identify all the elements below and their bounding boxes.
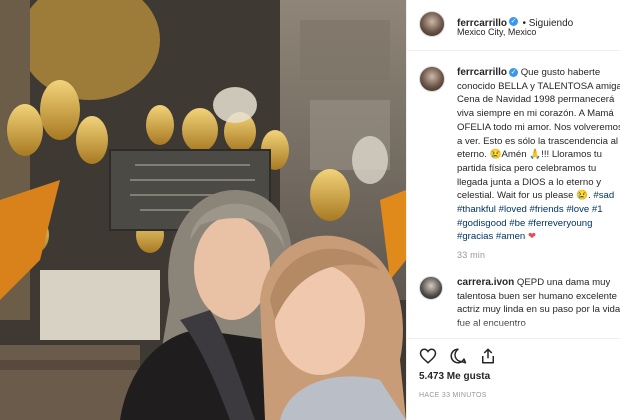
post-caption: ferrcarrillo ✓ Que gusto haberte conocido…	[457, 66, 620, 244]
caption-username[interactable]: ferrcarrillo	[457, 67, 507, 78]
post-photo[interactable]	[0, 0, 406, 420]
caption-text: Que gusto haberte conocido BELLA y TALEN…	[457, 67, 620, 202]
share-icon[interactable]	[479, 347, 497, 365]
location-link[interactable]: Mexico City, Mexico	[457, 27, 536, 37]
post-details-panel: ferrcarrillo ✓ • Siguiendo Mexico City, M…	[406, 0, 620, 420]
avatar[interactable]	[419, 11, 445, 37]
verified-badge-icon: ✓	[509, 17, 519, 27]
comment-avatar[interactable]	[419, 276, 443, 300]
photo-image	[0, 0, 406, 420]
caption-time: 33 min	[457, 250, 486, 260]
posted-timestamp: HACE 33 MINUTOS	[419, 392, 487, 399]
likes-count[interactable]: 5.473 Me gusta	[419, 371, 490, 382]
post-header: ferrcarrillo ✓ • Siguiendo Mexico City, M…	[407, 0, 620, 51]
heart-emoji: ❤	[527, 231, 536, 243]
comments-fade	[407, 320, 620, 338]
comment-icon[interactable]	[449, 347, 467, 365]
verified-badge-icon: ✓	[509, 67, 519, 77]
comment-username[interactable]: carrera.ivon	[457, 277, 514, 288]
caption-avatar[interactable]	[419, 66, 445, 92]
heart-icon[interactable]	[419, 347, 437, 365]
